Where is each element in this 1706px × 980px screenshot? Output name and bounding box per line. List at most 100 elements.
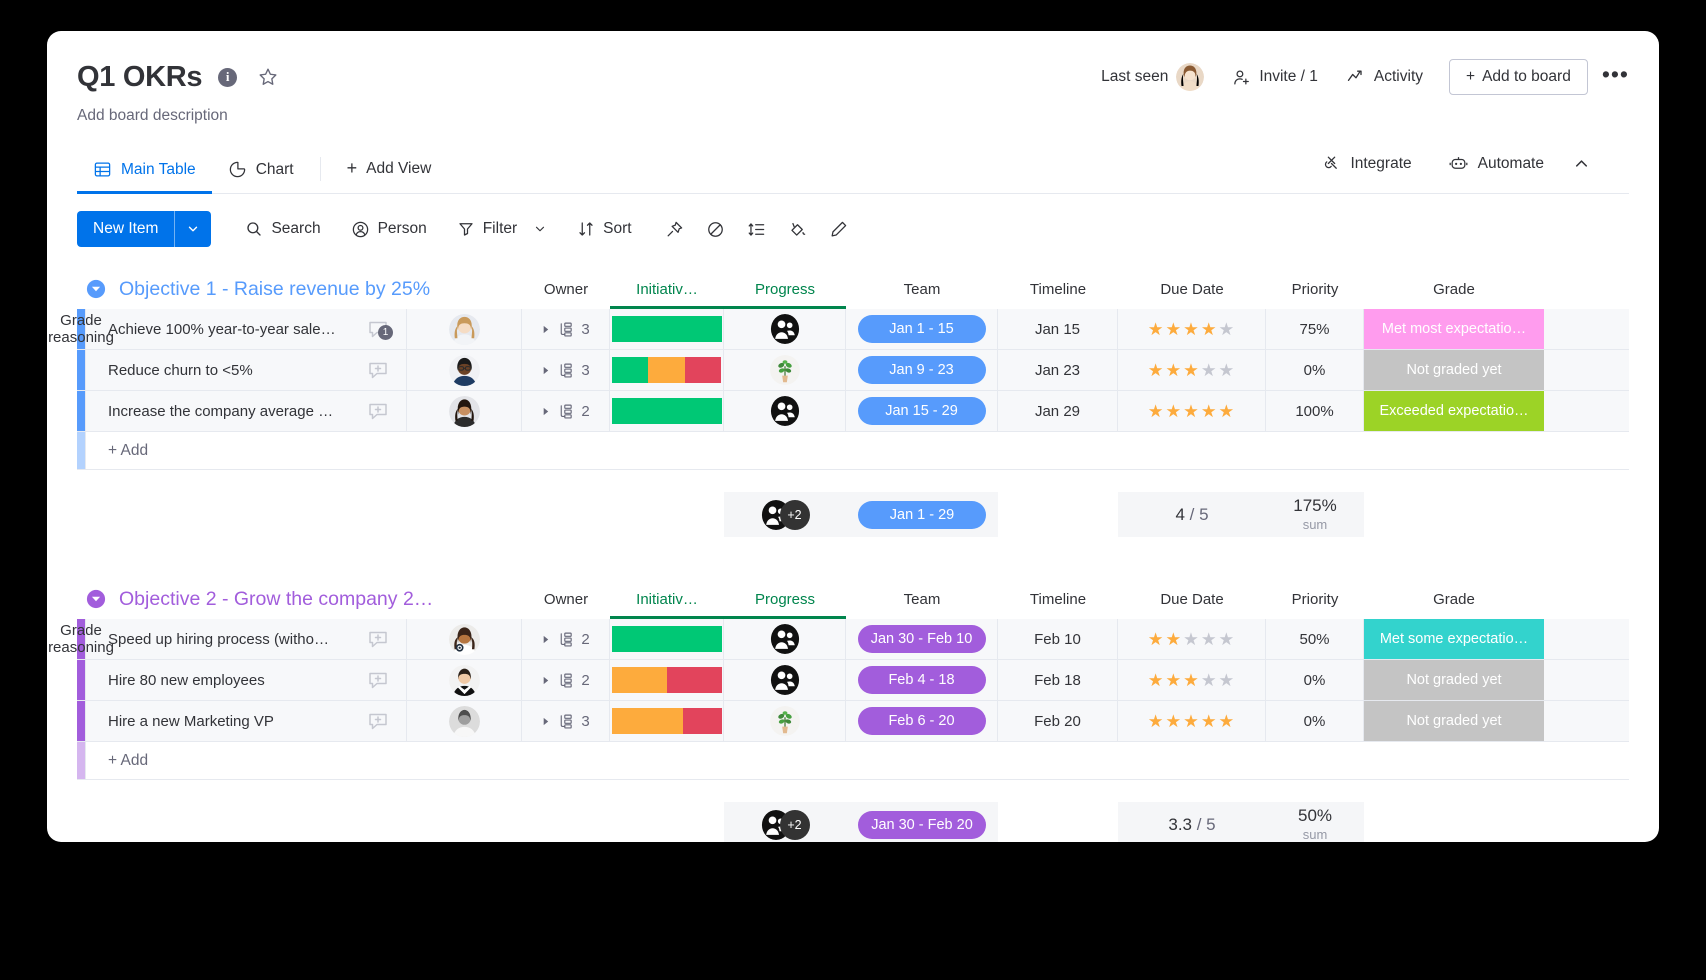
priority-cell[interactable]: ★★★★★ bbox=[1118, 309, 1266, 349]
column-header-due-date[interactable]: Due Date bbox=[1118, 579, 1266, 619]
grade-reasoning-cell[interactable]: Not graded yet bbox=[1364, 350, 1544, 390]
star-icon[interactable]: ★ bbox=[1201, 711, 1218, 732]
column-header-due-date[interactable]: Due Date bbox=[1118, 269, 1266, 309]
board-description[interactable]: Add board description bbox=[77, 107, 1629, 125]
subitems-group[interactable]: 2 bbox=[541, 672, 589, 689]
table-row[interactable]: Hire 80 new employees 2 Feb 4 - 18 Feb 1… bbox=[77, 660, 1629, 701]
item-name-cell[interactable]: Achieve 100% year-to-year sale… 1 bbox=[85, 309, 407, 349]
progress-cell[interactable] bbox=[610, 391, 724, 431]
add-item-label[interactable]: + Add bbox=[85, 432, 407, 469]
star-icon[interactable]: ★ bbox=[1219, 401, 1236, 422]
table-row[interactable]: Achieve 100% year-to-year sale… 1 3 Jan … bbox=[77, 309, 1629, 350]
team-cell[interactable] bbox=[724, 309, 846, 349]
initiatives-cell[interactable]: 3 bbox=[522, 309, 610, 349]
owner-cell[interactable] bbox=[407, 309, 522, 349]
column-header-grade-reasoning[interactable]: Grade reasoning bbox=[77, 309, 85, 349]
priority-stars[interactable]: ★★★★★ bbox=[1148, 319, 1236, 340]
item-name-cell[interactable]: Speed up hiring process (witho… bbox=[85, 619, 407, 659]
summary-team-cell[interactable]: +2 bbox=[724, 802, 846, 842]
column-header-timeline[interactable]: Timeline bbox=[998, 269, 1118, 309]
add-comment-icon[interactable] bbox=[366, 627, 390, 651]
star-icon[interactable]: ★ bbox=[1201, 360, 1218, 381]
star-icon[interactable] bbox=[257, 66, 279, 88]
priority-cell[interactable]: ★★★★★ bbox=[1118, 350, 1266, 390]
priority-cell[interactable]: ★★★★★ bbox=[1118, 660, 1266, 700]
priority-stars[interactable]: ★★★★★ bbox=[1148, 629, 1236, 650]
due-date-cell[interactable]: Jan 15 bbox=[998, 309, 1118, 349]
star-icon[interactable]: ★ bbox=[1219, 629, 1236, 650]
star-icon[interactable]: ★ bbox=[1148, 360, 1165, 381]
summary-timeline-cell[interactable]: Jan 1 - 29 bbox=[846, 492, 998, 537]
progress-cell[interactable] bbox=[610, 309, 724, 349]
summary-grade-cell[interactable]: 50% sum bbox=[1266, 802, 1364, 842]
group-name-label[interactable]: Objective 1 - Raise revenue by 25% bbox=[119, 278, 430, 301]
owner-cell[interactable] bbox=[407, 660, 522, 700]
add-comment-icon[interactable] bbox=[366, 709, 390, 733]
group-collapse-toggle[interactable] bbox=[85, 588, 107, 610]
more-options-button[interactable]: ••• bbox=[1602, 68, 1629, 86]
star-icon[interactable]: ★ bbox=[1183, 360, 1200, 381]
star-icon[interactable]: ★ bbox=[1165, 360, 1182, 381]
person-filter-button[interactable]: Person bbox=[339, 213, 439, 246]
star-icon[interactable]: ★ bbox=[1148, 670, 1165, 691]
grade-cell[interactable]: 75% bbox=[1266, 309, 1364, 349]
row-height-icon[interactable] bbox=[738, 213, 775, 246]
owner-cell[interactable] bbox=[407, 391, 522, 431]
star-icon[interactable]: ★ bbox=[1183, 670, 1200, 691]
summary-priority-cell[interactable]: 3.3 / 5 bbox=[1118, 802, 1266, 842]
grade-reasoning-cell[interactable]: Not graded yet bbox=[1364, 701, 1544, 741]
column-header-owner[interactable]: Owner bbox=[522, 269, 610, 309]
tab-main-table[interactable]: Main Table bbox=[77, 151, 212, 194]
timeline-cell[interactable]: Jan 9 - 23 bbox=[846, 350, 998, 390]
priority-stars[interactable]: ★★★★★ bbox=[1148, 711, 1236, 732]
item-name-cell[interactable]: Hire 80 new employees bbox=[85, 660, 407, 700]
hide-icon[interactable] bbox=[697, 213, 734, 246]
column-header-owner[interactable]: Owner bbox=[522, 579, 610, 619]
search-button[interactable]: Search bbox=[233, 213, 332, 245]
star-icon[interactable]: ★ bbox=[1201, 319, 1218, 340]
owner-cell[interactable] bbox=[407, 619, 522, 659]
item-name-cell[interactable]: Reduce churn to <5% bbox=[85, 350, 407, 390]
column-header-initiativ[interactable]: Initiativ… bbox=[610, 269, 724, 309]
column-header-initiativ[interactable]: Initiativ… bbox=[610, 579, 724, 619]
team-cell[interactable] bbox=[724, 391, 846, 431]
table-row[interactable]: Increase the company average … 2 Jan 15 … bbox=[77, 391, 1629, 432]
priority-stars[interactable]: ★★★★★ bbox=[1148, 670, 1236, 691]
subitems-group[interactable]: 3 bbox=[541, 713, 589, 730]
grade-reasoning-cell[interactable]: Met most expectatio… bbox=[1364, 309, 1544, 349]
color-icon[interactable] bbox=[779, 213, 816, 246]
star-icon[interactable]: ★ bbox=[1165, 401, 1182, 422]
summary-team-cell[interactable]: +2 bbox=[724, 492, 846, 537]
star-icon[interactable]: ★ bbox=[1165, 629, 1182, 650]
due-date-cell[interactable]: Feb 20 bbox=[998, 701, 1118, 741]
timeline-cell[interactable]: Jan 30 - Feb 10 bbox=[846, 619, 998, 659]
last-seen-button[interactable]: Last seen bbox=[1087, 57, 1218, 97]
team-cell[interactable] bbox=[724, 619, 846, 659]
info-icon[interactable]: i bbox=[218, 68, 237, 87]
grade-cell[interactable]: 0% bbox=[1266, 660, 1364, 700]
column-header-priority[interactable]: Priority bbox=[1266, 269, 1364, 309]
grade-cell[interactable]: 100% bbox=[1266, 391, 1364, 431]
column-header-grade[interactable]: Grade bbox=[1364, 269, 1544, 309]
column-header-team[interactable]: Team bbox=[846, 579, 998, 619]
star-icon[interactable]: ★ bbox=[1148, 401, 1165, 422]
star-icon[interactable]: ★ bbox=[1183, 711, 1200, 732]
edit-icon[interactable] bbox=[820, 213, 857, 246]
due-date-cell[interactable]: Jan 29 bbox=[998, 391, 1118, 431]
star-icon[interactable]: ★ bbox=[1148, 319, 1165, 340]
summary-timeline-cell[interactable]: Jan 30 - Feb 20 bbox=[846, 802, 998, 842]
star-icon[interactable]: ★ bbox=[1183, 401, 1200, 422]
star-icon[interactable]: ★ bbox=[1219, 319, 1236, 340]
star-icon[interactable]: ★ bbox=[1183, 629, 1200, 650]
tab-chart[interactable]: Chart bbox=[212, 151, 310, 194]
grade-reasoning-cell[interactable]: Exceeded expectatio… bbox=[1364, 391, 1544, 431]
progress-cell[interactable] bbox=[610, 619, 724, 659]
star-icon[interactable]: ★ bbox=[1219, 711, 1236, 732]
table-row[interactable]: Hire a new Marketing VP 3 Feb 6 - 20 Feb… bbox=[77, 701, 1629, 742]
team-cell[interactable] bbox=[724, 660, 846, 700]
automate-button[interactable]: Automate bbox=[1432, 145, 1560, 188]
column-header-progress[interactable]: Progress bbox=[724, 269, 846, 309]
item-name-cell[interactable]: Hire a new Marketing VP bbox=[85, 701, 407, 741]
column-header-team[interactable]: Team bbox=[846, 269, 998, 309]
star-icon[interactable]: ★ bbox=[1201, 401, 1218, 422]
